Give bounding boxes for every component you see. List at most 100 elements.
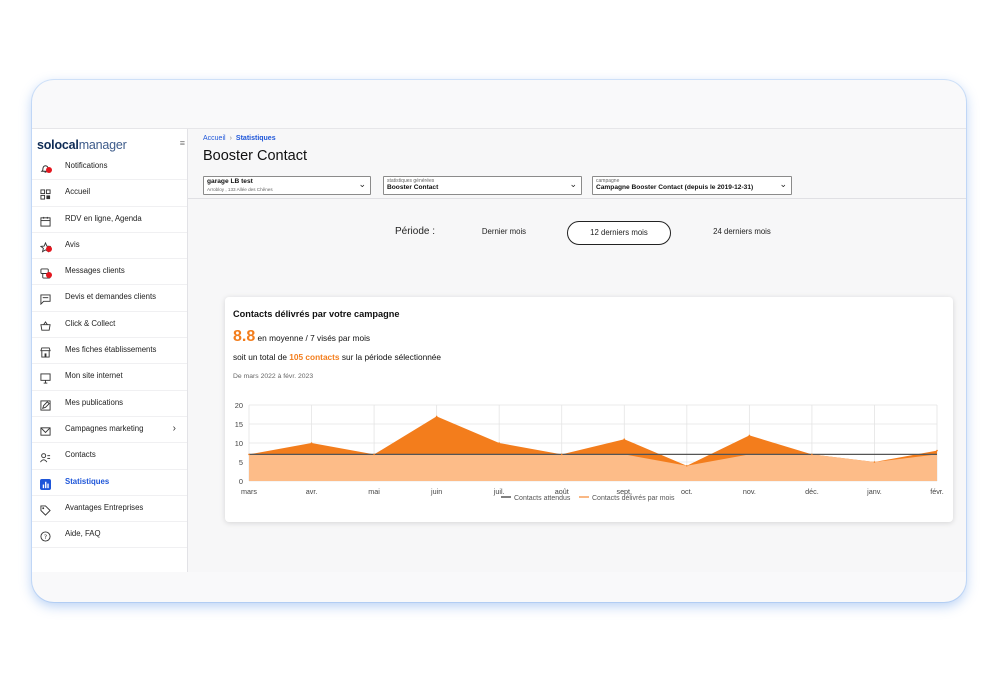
y-tick-label: 0 (239, 477, 243, 486)
sidebar-item-label: Statistiques (65, 476, 110, 486)
period-label: Période : (395, 226, 436, 237)
average-text: en moyenne / 7 visés par mois (255, 333, 371, 343)
notification-badge (46, 167, 52, 173)
sidebar-item-stats[interactable]: Statistiques (32, 470, 187, 496)
page-title: Booster Contact (203, 148, 307, 164)
grid-icon (40, 187, 51, 200)
total-suffix: sur la période sélectionnée (339, 352, 442, 362)
x-tick-label: févr. (930, 487, 944, 496)
sidebar-item-label: Notifications (65, 161, 108, 170)
sidebar-item-label: Campagnes marketing (65, 423, 144, 433)
sidebar: solocalmanager ≡ Notifications Accueil RDV… (32, 129, 188, 572)
stats-icon (40, 477, 51, 490)
total-highlight: 105 contacts (289, 352, 340, 362)
sidebar-item-calendar[interactable]: RDV en ligne, Agenda (32, 207, 187, 233)
delivered-point (560, 453, 563, 456)
sidebar-item-label: Avis (65, 239, 80, 249)
period-option-24m[interactable]: 24 derniers mois (692, 221, 792, 243)
delivered-point (248, 453, 250, 456)
x-tick-label: oct. (681, 487, 693, 496)
sidebar-item-label: Mon site internet (65, 371, 123, 381)
header-divider (188, 198, 966, 199)
sidebar-item-chat[interactable]: Messages clients (32, 259, 187, 286)
contacts-chart: 05101520mars avr. mai juin juil. août sept. oct… (235, 401, 944, 502)
x-tick-label: déc. (805, 487, 819, 496)
establishment-value: garage LB test (207, 178, 253, 185)
average-value: 8.8 (233, 328, 256, 345)
store-icon (40, 345, 51, 358)
delivered-point (811, 453, 813, 456)
basket-icon (40, 319, 51, 331)
average-line: 8.8 en moyenne / 7 visés par mois (233, 328, 370, 346)
chevron-right-icon: › (172, 422, 176, 434)
delivered-point (373, 453, 375, 456)
breadcrumb: Accueil › Statistiques (203, 135, 276, 142)
establishment-select[interactable]: garage LB test Arrobloy , 133 Allée des … (203, 176, 371, 195)
sidebar-item-store[interactable]: Mes fiches établissements (32, 338, 187, 365)
sidebar-item-label: Contacts (65, 450, 96, 460)
svg-text:?: ? (44, 533, 47, 541)
delivered-point (310, 442, 313, 444)
monitor-icon (40, 371, 51, 384)
notification-badge (46, 245, 52, 252)
sidebar-item-basket[interactable]: Click & Collect (32, 312, 187, 339)
campaign-select[interactable]: campagne Campagne Booster Contact (depui… (592, 176, 792, 195)
campaign-value: Campagne Booster Contact (depuis le 2019… (596, 184, 754, 191)
x-tick-label: juin (430, 487, 442, 496)
sidebar-item-contacts[interactable]: Contacts (32, 443, 187, 470)
period-option-1m[interactable]: Dernier mois (464, 221, 544, 243)
sidebar-item-label: Accueil (65, 187, 91, 197)
card-title: Contacts délivrés par votre campagne (233, 309, 400, 319)
chevron-down-icon: ⌄ (358, 179, 366, 189)
legend-label-delivered: Contacts délivrés par mois (592, 495, 675, 502)
y-tick-label: 20 (235, 401, 243, 410)
stats-select[interactable]: statistiques générées Booster Contact ⌄ (383, 176, 582, 195)
sidebar-item-mail[interactable]: Campagnes marketing › (32, 417, 187, 444)
mail-icon (40, 424, 51, 436)
establishment-address: Arrobloy , 133 Allée des Chênes (207, 187, 273, 192)
delivered-point (748, 434, 751, 437)
sidebar-item-grid[interactable]: Accueil (32, 180, 187, 207)
sidebar-item-star[interactable]: Avis (32, 233, 187, 260)
date-range: De mars 2022 à févr. 2023 (233, 373, 314, 380)
sidebar-item-label: Messages clients (65, 266, 125, 276)
collapse-menu-icon[interactable]: ≡ (180, 138, 185, 148)
notification-badge (46, 272, 52, 279)
y-tick-label: 10 (235, 439, 243, 448)
brand-logo[interactable]: solocalmanager (37, 138, 127, 152)
legend-label-expected: Contacts attendus (514, 495, 571, 502)
brand-part2: manager (78, 138, 127, 152)
x-tick-label: nov. (743, 487, 756, 496)
total-prefix: soit un total de (233, 352, 290, 362)
app-frame: solocalmanager ≡ Notifications Accueil RDV… (32, 80, 966, 602)
message-icon (40, 292, 51, 306)
sidebar-item-label: Avantages Entreprises (65, 502, 144, 512)
stats-value: Booster Contact (387, 184, 439, 191)
brand-part1: solocal (37, 138, 79, 152)
sidebar-item-edit[interactable]: Mes publications (32, 391, 187, 417)
sidebar-item-label: Aide, FAQ (65, 529, 101, 539)
total-line: soit un total de 105 contacts sur la pér… (233, 352, 441, 362)
x-tick-label: mai (368, 487, 380, 496)
sidebar-item-help[interactable]: ? Aide, FAQ (32, 522, 187, 549)
sidebar-item-bell[interactable]: Notifications (32, 154, 187, 181)
chevron-down-icon: ⌄ (779, 179, 787, 189)
period-option-12m[interactable]: 12 derniers mois (567, 221, 671, 245)
y-tick-label: 15 (235, 420, 243, 429)
sidebar-item-monitor[interactable]: Mon site internet (32, 364, 187, 391)
stats-card: Contacts délivrés par votre campagne 8.8… (225, 297, 953, 522)
sidebar-item-label: Devis et demandes clients (65, 292, 157, 302)
main-content: Accueil › Statistiques Booster Contact gar… (188, 129, 966, 572)
y-tick-label: 5 (239, 458, 243, 467)
delivered-point (623, 438, 626, 440)
sidebar-item-tag[interactable]: Avantages Entreprises (32, 496, 187, 523)
x-tick-label: juil. (493, 487, 505, 496)
edit-icon (40, 398, 51, 411)
delivered-point (686, 465, 688, 467)
delivered-point (435, 415, 438, 418)
sidebar-item-message[interactable]: Devis et demandes clients (32, 285, 187, 312)
sidebar-nav: Notifications Accueil RDV en ligne, Agenda… (32, 154, 187, 549)
breadcrumb-home[interactable]: Accueil (203, 135, 226, 142)
x-tick-label: janv. (866, 487, 882, 496)
calendar-icon (40, 214, 51, 227)
